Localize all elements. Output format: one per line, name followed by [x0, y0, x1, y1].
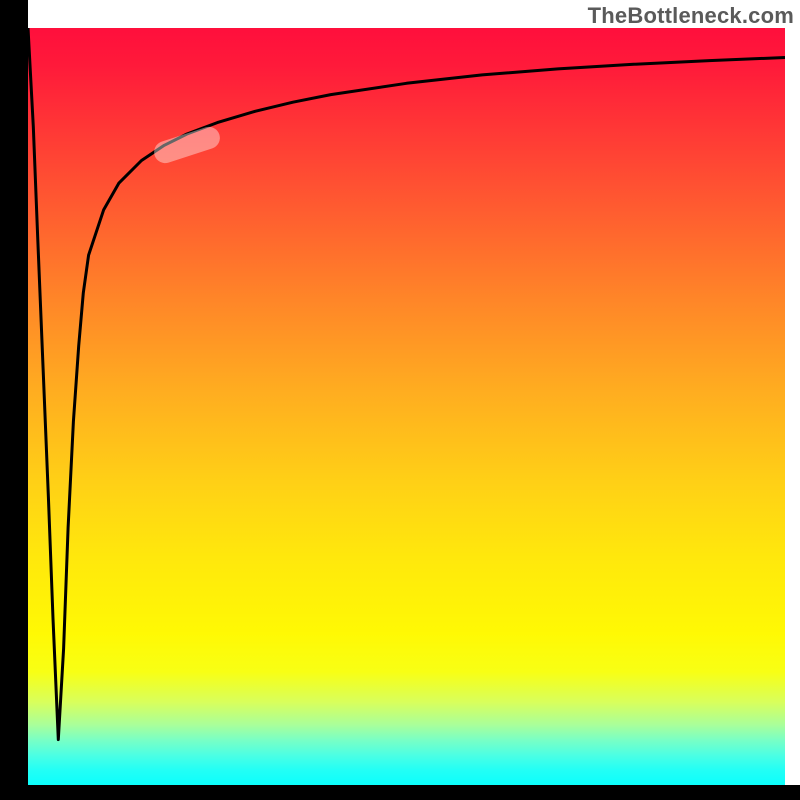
- chart-container: TheBottleneck.com: [0, 0, 800, 800]
- curve-svg: [28, 28, 785, 785]
- bottleneck-curve: [28, 28, 785, 740]
- watermark-text: TheBottleneck.com: [588, 3, 794, 29]
- x-axis: [0, 785, 800, 800]
- y-axis: [0, 0, 28, 800]
- plot-area: [28, 28, 785, 785]
